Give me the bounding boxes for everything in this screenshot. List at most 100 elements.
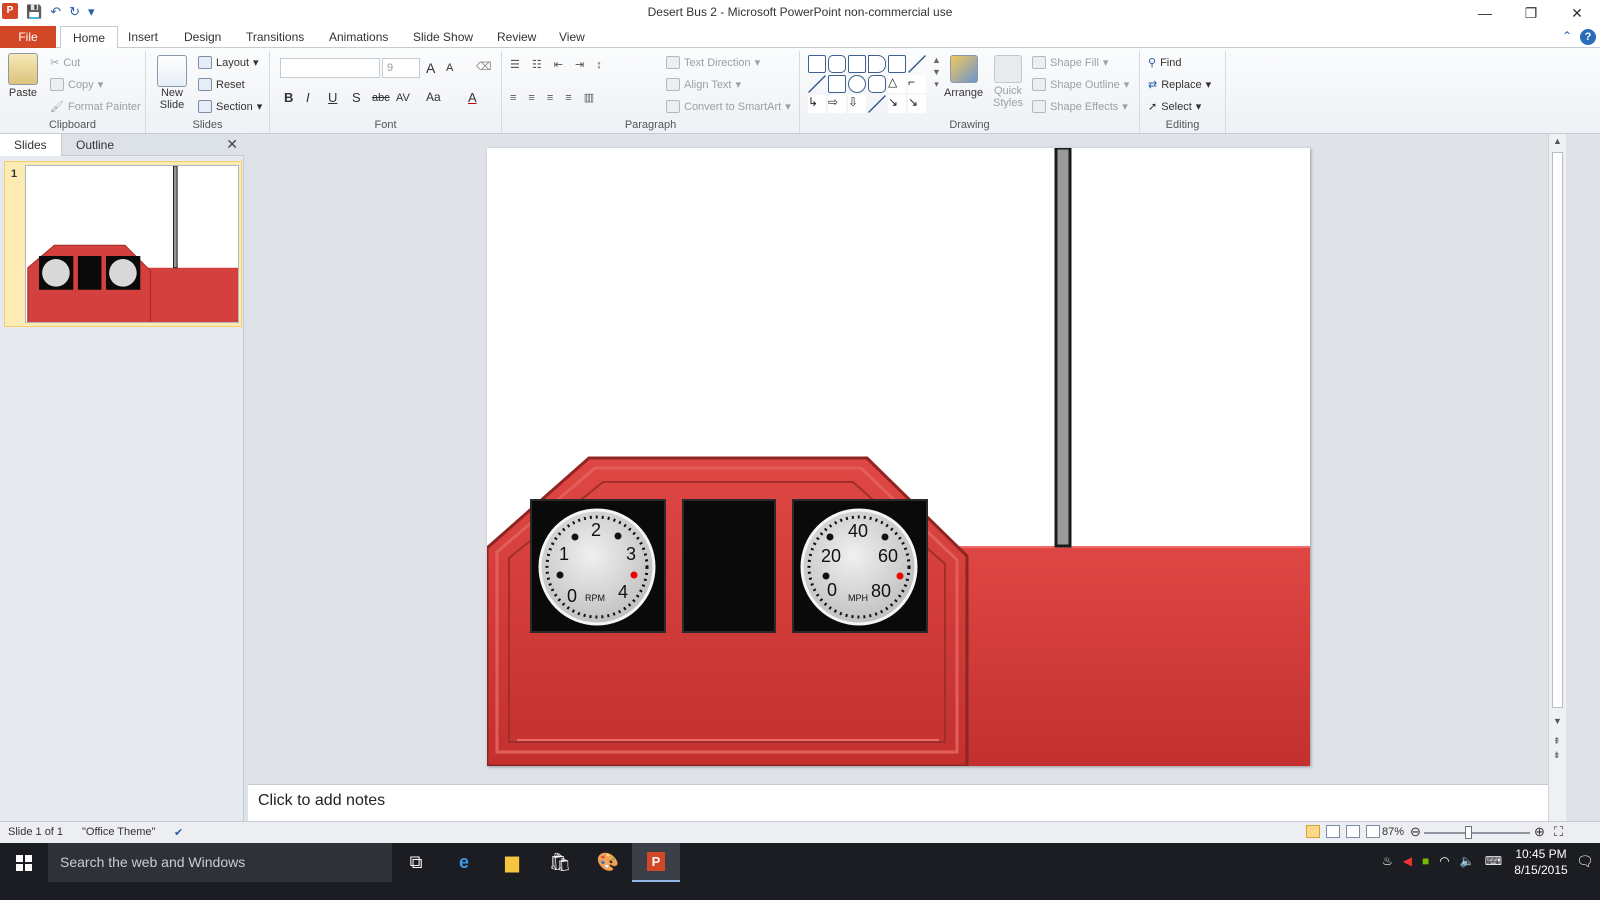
shape-round-icon[interactable]: [868, 55, 886, 73]
speaker-icon[interactable]: 🔈: [1460, 854, 1475, 868]
italic-button[interactable]: I: [306, 90, 310, 105]
restore-button[interactable]: ❐: [1508, 0, 1554, 26]
next-slide-icon[interactable]: ⇟: [1553, 750, 1561, 761]
font-color-button[interactable]: A: [468, 90, 477, 105]
char-spacing-button[interactable]: AV: [396, 92, 410, 104]
keyboard-icon[interactable]: ⌨: [1485, 854, 1502, 868]
shape-fill-button[interactable]: Shape Fill ▾: [1032, 56, 1108, 69]
align-left-icon[interactable]: ≡: [510, 92, 516, 104]
bullets-icon[interactable]: ☰: [510, 58, 520, 71]
align-right-icon[interactable]: ≡: [547, 92, 553, 104]
find-button[interactable]: ⚲ Find: [1148, 56, 1181, 70]
tab-file[interactable]: File: [0, 26, 56, 48]
paint-app-icon[interactable]: 🎨: [584, 843, 632, 882]
shape-arrow-line-icon[interactable]: [808, 75, 826, 93]
wifi-icon[interactable]: ◠: [1439, 854, 1449, 868]
powerpoint-taskbar-icon[interactable]: P: [632, 843, 680, 882]
numbering-icon[interactable]: ☷: [532, 58, 542, 71]
font-name-dropdown[interactable]: [280, 58, 380, 78]
tab-slides[interactable]: Slides: [0, 134, 62, 156]
tab-animations[interactable]: Animations: [317, 26, 400, 48]
paste-button[interactable]: Paste: [8, 53, 38, 99]
shape-arrow2-icon[interactable]: ↘: [888, 95, 906, 113]
notes-pane[interactable]: Click to add notes: [248, 784, 1548, 821]
tab-view[interactable]: View: [547, 26, 597, 48]
convert-smartart-button[interactable]: Convert to SmartArt ▾: [666, 100, 791, 113]
tab-design[interactable]: Design: [172, 26, 233, 48]
arrange-button[interactable]: Arrange: [944, 55, 983, 99]
text-direction-button[interactable]: Text Direction ▾: [666, 56, 760, 69]
shapes-scroll[interactable]: ▲ ▼ ▾: [932, 55, 941, 90]
shape-line-icon[interactable]: [908, 55, 926, 73]
replace-button[interactable]: ⇄ Replace ▾: [1148, 78, 1211, 92]
help-icon[interactable]: ?: [1580, 29, 1596, 45]
scroll-thumb[interactable]: [1552, 152, 1563, 708]
shape-rect2-icon[interactable]: [828, 75, 846, 93]
shape-outline-button[interactable]: Shape Outline ▾: [1032, 78, 1129, 91]
align-center-icon[interactable]: ≡: [528, 92, 534, 104]
tab-insert[interactable]: Insert: [116, 26, 170, 48]
shape-down-arrow-icon[interactable]: ⇩: [848, 95, 866, 113]
slide-canvas[interactable]: 0 1 2 3 4 RPM 0 20 40 60 80 MPH: [487, 148, 1310, 766]
rpm-gauge[interactable]: 0 1 2 3 4 RPM: [538, 508, 656, 626]
quick-styles-button[interactable]: Quick Styles: [990, 55, 1026, 109]
shape-arrow3-icon[interactable]: ↘: [908, 95, 926, 113]
nvidia-icon[interactable]: ■: [1422, 854, 1429, 868]
shape-curve-icon[interactable]: [868, 95, 886, 113]
normal-view-icon[interactable]: [1306, 825, 1320, 838]
underline-button[interactable]: U: [328, 90, 337, 105]
shape-oval-icon[interactable]: [848, 75, 866, 93]
shape-triangle-icon[interactable]: △: [888, 75, 906, 93]
shape-right-arrow-icon[interactable]: ⇨: [828, 95, 846, 113]
collapse-ribbon-icon[interactable]: ⌃: [1562, 29, 1572, 45]
columns-icon[interactable]: ▥: [584, 91, 594, 104]
previous-slide-icon[interactable]: ⇞: [1553, 736, 1561, 747]
notifications-icon[interactable]: 🗨: [1576, 853, 1594, 870]
new-slide-button[interactable]: New Slide: [154, 55, 190, 111]
shape-elbow-icon[interactable]: ↳: [808, 95, 826, 113]
close-button[interactable]: ✕: [1554, 0, 1600, 26]
steam-icon[interactable]: ♨: [1382, 854, 1393, 868]
font-size-dropdown[interactable]: 9: [382, 58, 420, 78]
zoom-level[interactable]: 87%: [1382, 826, 1404, 838]
volume-muted-icon[interactable]: ◀: [1403, 854, 1412, 868]
shape-effects-button[interactable]: Shape Effects ▾: [1032, 100, 1128, 113]
shape-rounded-rect-icon[interactable]: [828, 55, 846, 73]
edge-browser-icon[interactable]: e: [440, 843, 488, 882]
select-button[interactable]: ➚ Select ▾: [1148, 100, 1201, 114]
section-button[interactable]: Section ▾: [198, 100, 262, 113]
taskbar-clock[interactable]: 10:45 PM 8/15/2015: [1510, 846, 1572, 878]
change-case-button[interactable]: Aa: [426, 90, 441, 104]
tab-home[interactable]: Home: [60, 26, 119, 49]
grow-font-button[interactable]: A: [426, 60, 435, 76]
bold-button[interactable]: B: [284, 90, 293, 105]
taskbar-search-box[interactable]: Search the web and Windows: [48, 843, 392, 882]
zoom-slider-knob[interactable]: [1465, 826, 1472, 839]
file-explorer-icon[interactable]: ▆: [488, 843, 536, 882]
shape-rounded2-icon[interactable]: [868, 75, 886, 93]
minimize-button[interactable]: —: [1462, 0, 1508, 26]
shape-connector-icon[interactable]: ⌐: [908, 75, 926, 93]
shape-textbox-icon[interactable]: [888, 55, 906, 73]
tab-review[interactable]: Review: [485, 26, 548, 48]
slideshow-view-icon[interactable]: [1366, 825, 1380, 838]
reading-view-icon[interactable]: [1346, 825, 1360, 838]
format-painter-button[interactable]: 🖌 Format Painter: [50, 100, 141, 114]
shrink-font-button[interactable]: A: [446, 62, 453, 74]
tab-slide-show[interactable]: Slide Show: [401, 26, 485, 48]
scroll-down-icon[interactable]: ▼: [1553, 716, 1562, 726]
increase-indent-icon[interactable]: ⇥: [575, 58, 584, 71]
start-button[interactable]: [0, 843, 48, 882]
tab-outline[interactable]: Outline: [62, 134, 128, 156]
zoom-in-icon[interactable]: ⊕: [1534, 824, 1545, 840]
shape-rect-icon[interactable]: [808, 55, 826, 73]
shadow-button[interactable]: S: [352, 90, 361, 105]
justify-icon[interactable]: ≡: [565, 92, 571, 104]
mph-gauge[interactable]: 0 20 40 60 80 MPH: [800, 508, 918, 626]
center-screen[interactable]: [682, 499, 776, 633]
store-icon[interactable]: 🛍: [536, 843, 584, 882]
scroll-up-icon[interactable]: ▲: [1553, 136, 1562, 146]
slide-thumbnail-1[interactable]: 1: [4, 161, 242, 327]
vertical-scrollbar[interactable]: ▲ ▼ ⇞ ⇟: [1548, 134, 1566, 821]
zoom-out-icon[interactable]: ⊖: [1410, 824, 1421, 840]
